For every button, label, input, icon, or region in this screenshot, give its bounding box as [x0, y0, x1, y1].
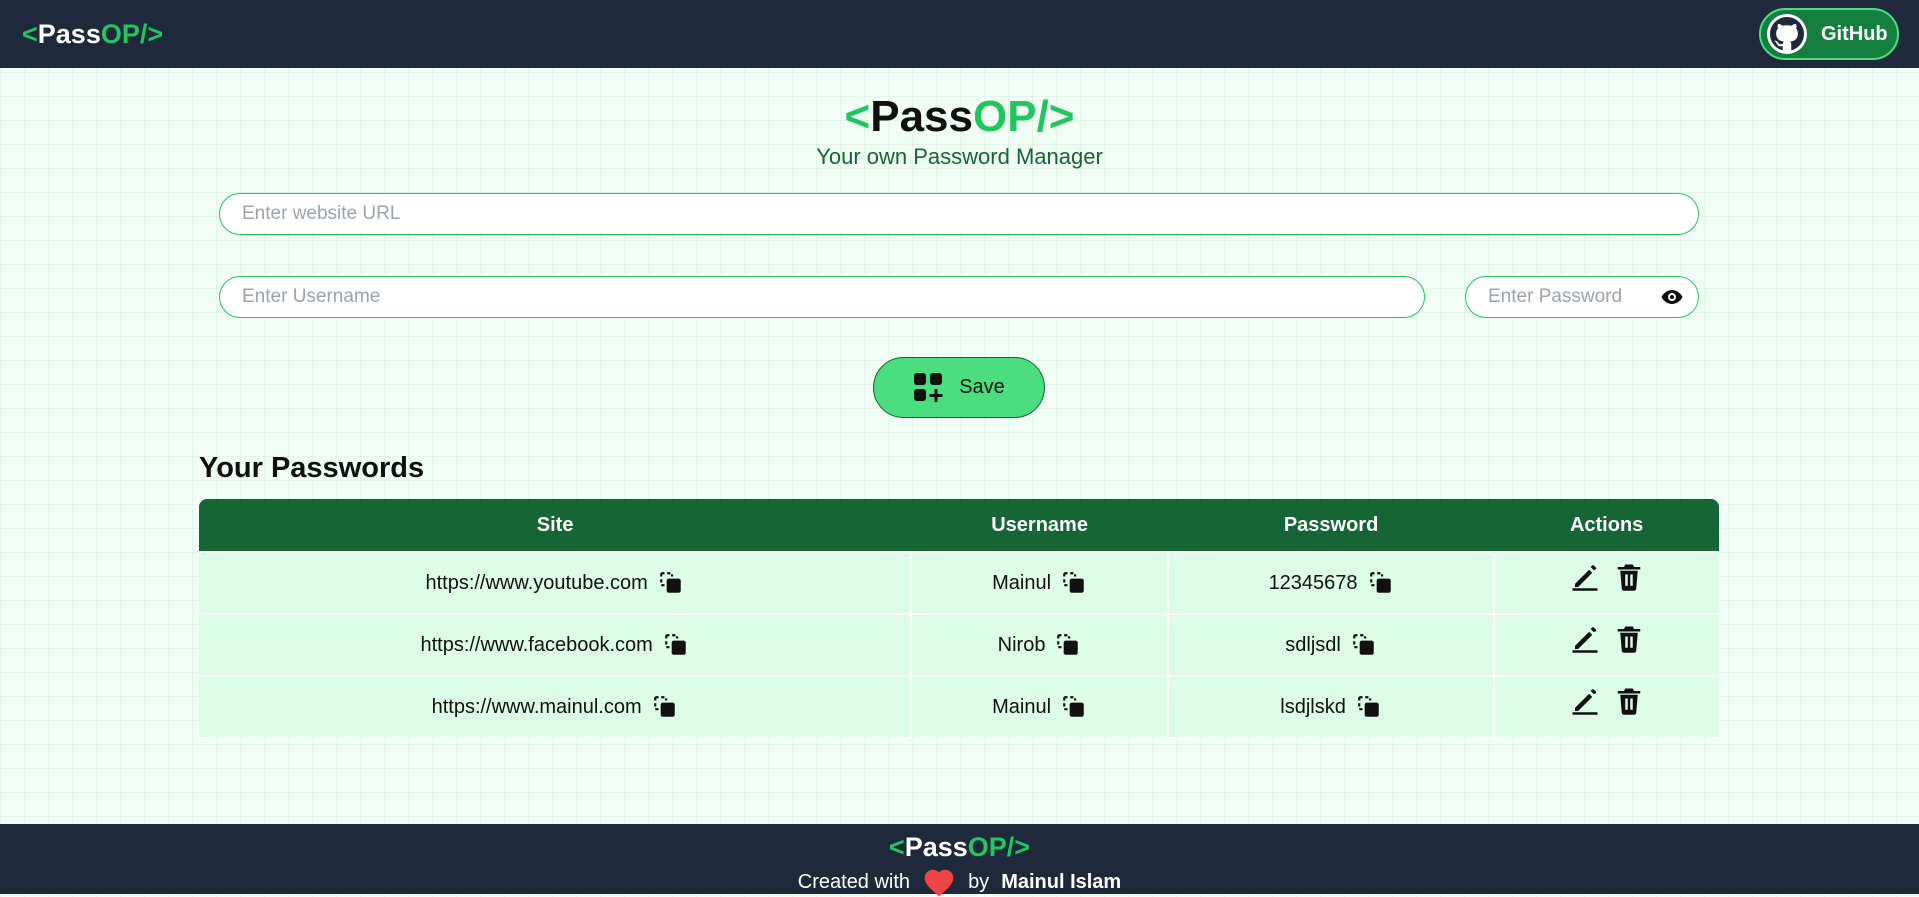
github-icon — [1767, 14, 1807, 54]
column-header-username: Username — [911, 499, 1168, 552]
footer-close-bracket: /> — [1006, 832, 1031, 862]
username-input[interactable] — [240, 285, 1404, 309]
passwords-table: Site Username Password Actions https://w… — [199, 499, 1719, 739]
footer-op: OP — [967, 832, 1007, 862]
actions-cell — [1493, 675, 1719, 739]
heart-icon — [924, 869, 954, 897]
copy-icon[interactable] — [1351, 632, 1377, 658]
username-cell: Nirob — [910, 613, 1169, 677]
password-cell: 12345678 — [1166, 551, 1496, 615]
site-cell: https://www.youtube.com — [199, 551, 913, 615]
hero-open-bracket: < — [844, 92, 871, 141]
username-text: Mainul — [992, 571, 1052, 594]
password-cell: lsdjlskd — [1166, 675, 1496, 739]
logo-op: OP — [100, 18, 140, 49]
password-text: lsdjlskd — [1280, 695, 1346, 718]
username-wrap: Mainul — [992, 570, 1087, 596]
table-row: https://www.youtube.com Mainul 12345678 — [199, 551, 1719, 615]
nav-logo[interactable]: < Pass OP /> — [22, 19, 163, 50]
trash-icon[interactable] — [1614, 686, 1644, 716]
passwords-title: Your Passwords — [199, 452, 425, 484]
password-field — [1465, 276, 1699, 318]
username-text: Mainul — [992, 695, 1052, 718]
column-header-site: Site — [199, 499, 912, 552]
copy-icon[interactable] — [1061, 570, 1087, 596]
table-header-row: Site Username Password Actions — [199, 499, 1719, 552]
hero-op: OP — [972, 92, 1037, 141]
password-wrap: lsdjlskd — [1280, 694, 1382, 720]
username-field — [219, 276, 1425, 318]
url-field — [219, 193, 1699, 235]
site-text: https://www.mainul.com — [431, 695, 642, 718]
save-label: Save — [959, 376, 1005, 398]
copy-icon[interactable] — [1356, 694, 1382, 720]
copy-icon[interactable] — [663, 632, 689, 658]
username-text: Nirob — [997, 633, 1046, 656]
actions-cell — [1493, 551, 1719, 615]
footer-open-bracket: < — [888, 832, 905, 862]
edit-icon[interactable] — [1570, 562, 1600, 592]
column-header-password: Password — [1167, 499, 1495, 552]
site-wrap: https://www.facebook.com — [420, 632, 688, 658]
copy-icon[interactable] — [1061, 694, 1087, 720]
url-input[interactable] — [240, 202, 1678, 226]
password-text: sdljsdl — [1285, 633, 1341, 656]
footer: < Pass OP /> Created with by Mainul Isla… — [0, 824, 1919, 897]
username-wrap: Mainul — [992, 694, 1087, 720]
password-input[interactable] — [1486, 285, 1660, 309]
password-wrap: 12345678 — [1269, 570, 1394, 596]
copy-icon[interactable] — [652, 694, 678, 720]
github-button[interactable]: GitHub — [1759, 8, 1899, 60]
username-cell: Mainul — [910, 551, 1169, 615]
site-text: https://www.youtube.com — [425, 571, 648, 594]
logo-close-bracket: /> — [139, 18, 164, 49]
created-with-text: Created with — [797, 870, 911, 893]
actions-group — [1570, 624, 1644, 654]
site-wrap: https://www.youtube.com — [425, 570, 683, 596]
copy-icon[interactable] — [1055, 632, 1081, 658]
edit-icon[interactable] — [1570, 624, 1600, 654]
copy-icon[interactable] — [658, 570, 684, 596]
actions-group — [1570, 686, 1644, 716]
hero-close-bracket: /> — [1036, 92, 1075, 141]
save-button[interactable]: Save — [873, 357, 1045, 418]
site-text: https://www.facebook.com — [420, 633, 653, 656]
author-name: Mainul Islam — [1001, 870, 1122, 893]
hero-pass: Pass — [870, 92, 973, 141]
password-wrap: sdljsdl — [1285, 632, 1377, 658]
github-label: GitHub — [1821, 22, 1888, 45]
navbar: < Pass OP /> GitHub — [0, 0, 1919, 68]
edit-icon[interactable] — [1570, 686, 1600, 716]
site-wrap: https://www.mainul.com — [432, 694, 678, 720]
copy-icon[interactable] — [1368, 570, 1394, 596]
column-header-actions: Actions — [1494, 499, 1719, 552]
site-cell: https://www.facebook.com — [199, 613, 913, 677]
password-text: 12345678 — [1268, 571, 1358, 594]
password-cell: sdljsdl — [1166, 613, 1496, 677]
add-grid-icon — [914, 372, 943, 402]
page-subtitle: Your own Password Manager — [816, 144, 1103, 169]
footer-pass: Pass — [904, 832, 968, 862]
trash-icon[interactable] — [1614, 562, 1644, 592]
actions-cell — [1493, 613, 1719, 677]
hero-logo: < Pass OP /> — [0, 92, 1919, 142]
footer-credit: Created with by Mainul Islam — [798, 867, 1121, 897]
logo-pass: Pass — [37, 18, 101, 49]
username-wrap: Nirob — [998, 632, 1082, 658]
logo-open-bracket: < — [22, 18, 38, 49]
username-cell: Mainul — [910, 675, 1169, 739]
trash-icon[interactable] — [1614, 624, 1644, 654]
actions-group — [1570, 562, 1644, 592]
site-cell: https://www.mainul.com — [199, 675, 913, 739]
table-row: https://www.facebook.com Nirob sdljsdl — [199, 613, 1719, 677]
eye-icon[interactable] — [1660, 285, 1684, 309]
table-row: https://www.mainul.com Mainul lsdjlskd — [199, 675, 1719, 739]
by-text: by — [968, 870, 990, 893]
footer-logo: < Pass OP /> — [889, 832, 1030, 863]
